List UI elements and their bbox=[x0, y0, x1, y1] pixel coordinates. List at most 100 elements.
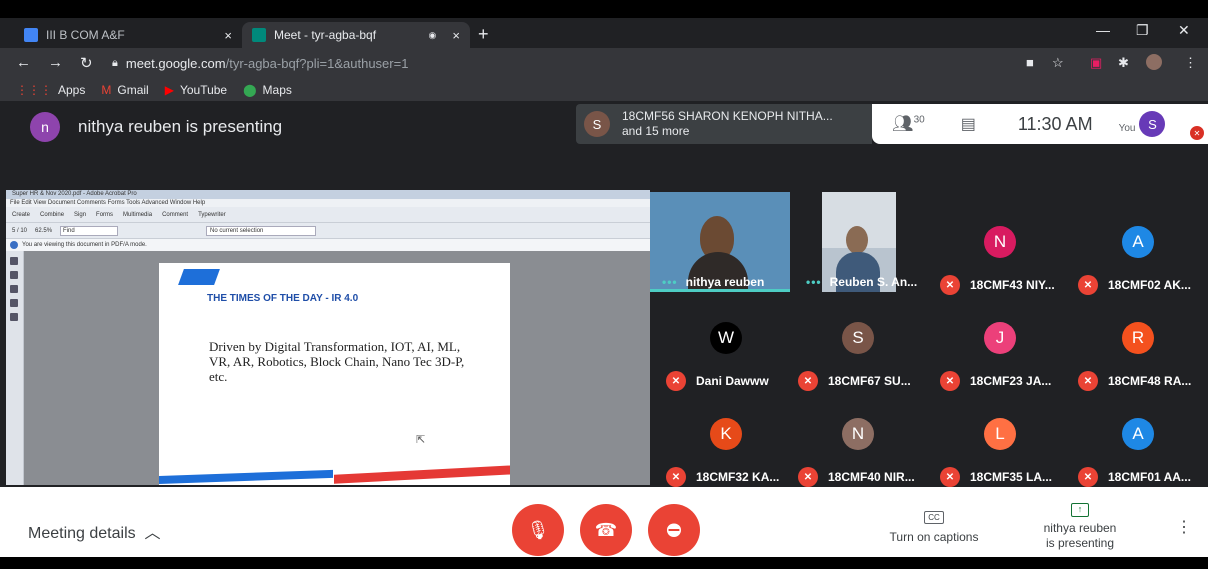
captions-label: Turn on captions bbox=[889, 530, 979, 544]
browser-toolbar: ← → ↻ 🔒︎ meet.google.com /tyr-agba-bqf?p… bbox=[0, 48, 1208, 78]
participant-name: 18CMF35 LA... bbox=[970, 470, 1053, 484]
participant-tile[interactable]: N ✕ 18CMF40 NIR... bbox=[788, 394, 928, 490]
chat-icon[interactable]: ▤ bbox=[961, 114, 976, 134]
chrome-menu-icon[interactable]: ⋮ bbox=[1184, 55, 1197, 71]
back-arrow-icon[interactable]: ← bbox=[16, 54, 31, 71]
leave-call-button[interactable]: ☎︎ bbox=[580, 504, 632, 556]
mic-off-icon: ✕ bbox=[666, 467, 686, 487]
acrobat-info-bar: You are viewing this document in PDF/A m… bbox=[6, 239, 650, 251]
mic-off-icon: ✕ bbox=[1078, 467, 1098, 487]
minimize-button[interactable]: — bbox=[1096, 22, 1110, 38]
tab-bar: III B COM A&F × Meet - tyr-agba-bqf ◉ × … bbox=[0, 18, 1208, 48]
avatar: J bbox=[984, 322, 1016, 354]
mic-toggle-button[interactable]: 🎙︎ bbox=[512, 504, 564, 556]
participant-tile[interactable]: A ✕ 18CMF01 AA... bbox=[1068, 394, 1208, 490]
meet-top-controls: 👥︎30 ▤ 11:30 AM You S ✕ bbox=[872, 104, 1208, 144]
participant-tile[interactable]: A ✕ 18CMF02 AK... bbox=[1068, 202, 1208, 298]
info-text: You are viewing this document in PDF/A m… bbox=[22, 242, 147, 248]
participant-count: 30 bbox=[913, 114, 925, 126]
participant-tile[interactable]: K ✕ 18CMF32 KA... bbox=[656, 394, 796, 490]
camera-toggle-button[interactable]: ⛔︎ bbox=[648, 504, 700, 556]
url-host: meet.google.com bbox=[125, 55, 226, 71]
toolbar-item: Comment bbox=[162, 211, 189, 218]
avatar: S bbox=[584, 111, 610, 137]
participant-name: nithya reuben bbox=[685, 275, 765, 289]
info-icon bbox=[10, 241, 18, 249]
captions-button[interactable]: CC Turn on captions bbox=[884, 509, 984, 544]
page-nav: 5 / 10 bbox=[12, 227, 28, 234]
close-tab-icon[interactable]: × bbox=[224, 28, 232, 43]
self-avatar[interactable]: S bbox=[1139, 111, 1166, 137]
people-icon: 👥︎ bbox=[892, 114, 914, 133]
maximize-button[interactable]: ❐ bbox=[1136, 22, 1149, 39]
participant-tile[interactable]: N ✕ 18CMF43 NIY... bbox=[930, 202, 1070, 298]
slide-page: THE TIMES OF THE DAY - IR 4.0 Driven by … bbox=[159, 263, 510, 485]
participant-name-row: ••• Reuben S. An... bbox=[806, 275, 917, 289]
forward-arrow-icon[interactable]: → bbox=[48, 54, 63, 71]
address-bar[interactable]: 🔒︎ meet.google.com /tyr-agba-bqf?pli=1&a… bbox=[112, 52, 1052, 74]
participant-name-row: ••• nithya reuben bbox=[662, 275, 764, 289]
tab-class[interactable]: III B COM A&F × bbox=[14, 22, 242, 48]
you-label: You bbox=[1118, 122, 1136, 134]
toolbar-item: Forms bbox=[96, 211, 114, 218]
captions-icon: CC bbox=[924, 511, 944, 524]
mouse-cursor-icon: ⇱ bbox=[416, 434, 426, 446]
participant-tile[interactable]: S ✕ 18CMF67 SU... bbox=[788, 298, 928, 394]
active-speakers-box[interactable]: S 18CMF56 SHARON KENOPH NITHA... and 15 … bbox=[576, 104, 872, 144]
maps-icon: ⬤ bbox=[243, 82, 257, 97]
tab-meet[interactable]: Meet - tyr-agba-bqf ◉ × bbox=[242, 22, 470, 48]
bookmark-maps[interactable]: ⬤ Maps bbox=[243, 83, 292, 97]
close-tab-icon[interactable]: × bbox=[452, 28, 460, 43]
avatar: N bbox=[984, 226, 1016, 258]
mic-off-icon: ✕ bbox=[1078, 371, 1098, 391]
participant-tile[interactable]: W ✕ Dani Dawww bbox=[656, 298, 796, 394]
chevron-up-icon: ︿ bbox=[140, 525, 161, 542]
bookmarks-bar: ⋮⋮⋮ Apps M Gmail ▶ YouTube ⬤ Maps bbox=[0, 78, 1208, 102]
bookmark-gmail[interactable]: M Gmail bbox=[101, 83, 148, 97]
profile-avatar-icon[interactable] bbox=[1146, 54, 1162, 70]
avatar: A bbox=[1122, 418, 1154, 450]
present-button[interactable]: ↑ nithya reuben is presenting bbox=[1030, 501, 1130, 551]
bookmark-apps[interactable]: ⋮⋮⋮ Apps bbox=[16, 83, 85, 97]
avatar: S bbox=[842, 322, 874, 354]
more-options-icon[interactable]: ⋮ bbox=[1176, 517, 1192, 537]
pocket-extension-icon[interactable]: ▣ bbox=[1090, 55, 1102, 71]
toolbar-item: Combine bbox=[40, 211, 65, 218]
avatar: n bbox=[30, 112, 60, 142]
participant-name: 18CMF40 NIR... bbox=[828, 470, 915, 484]
avatar: K bbox=[710, 418, 742, 450]
reload-icon[interactable]: ↻ bbox=[80, 54, 93, 72]
participant-name: 18CMF23 JA... bbox=[970, 374, 1052, 388]
extensions-puzzle-icon[interactable]: ✱ bbox=[1118, 55, 1129, 71]
hang-up-icon: ☎︎ bbox=[594, 519, 618, 540]
bookmark-label: YouTube bbox=[179, 82, 228, 97]
participants-button[interactable]: 👥︎30 bbox=[892, 114, 925, 134]
meeting-details-button[interactable]: Meeting details ︿ bbox=[28, 519, 161, 543]
bookmark-youtube[interactable]: ▶ YouTube bbox=[165, 83, 227, 97]
acrobat-title: Super HR & Nov 2020.pdf - Adobe Acrobat … bbox=[6, 190, 650, 199]
camera-in-use-icon[interactable]: ■ bbox=[1026, 55, 1034, 70]
participant-tile[interactable]: L ✕ 18CMF35 LA... bbox=[930, 394, 1070, 490]
new-tab-button[interactable]: + bbox=[478, 24, 489, 45]
speaking-dots-icon: ••• bbox=[662, 275, 678, 289]
mic-off-icon: ✕ bbox=[666, 371, 686, 391]
presenting-line2: is presenting bbox=[1045, 536, 1115, 550]
participant-name: 18CMF01 AA... bbox=[1108, 470, 1191, 484]
tab-title: Meet - tyr-agba-bqf bbox=[274, 28, 377, 42]
close-window-button[interactable]: ✕ bbox=[1178, 22, 1190, 39]
bookmark-label: Gmail bbox=[117, 82, 149, 97]
mic-off-icon: 🎙︎ bbox=[526, 519, 550, 540]
participant-tile[interactable]: R ✕ 18CMF48 RA... bbox=[1068, 298, 1208, 394]
participant-name: Dani Dawww bbox=[696, 374, 769, 388]
participant-tile[interactable]: ••• Reuben S. An... bbox=[796, 202, 936, 298]
participant-name: 18CMF43 NIY... bbox=[970, 278, 1055, 292]
bookmark-star-icon[interactable]: ☆ bbox=[1052, 55, 1064, 71]
present-screen-icon: ↑ bbox=[1071, 503, 1089, 517]
participant-tile[interactable]: J ✕ 18CMF23 JA... bbox=[930, 298, 1070, 394]
mic-off-icon: ✕ bbox=[940, 275, 960, 295]
gmail-icon: M bbox=[101, 82, 112, 97]
participant-tile[interactable]: ••• nithya reuben bbox=[652, 202, 792, 298]
acrobat-toolbar: Create Combine Sign Forms Multimedia Com… bbox=[6, 207, 650, 223]
mic-off-icon: ✕ bbox=[1078, 275, 1098, 295]
presenter-banner: n nithya reuben is presenting bbox=[30, 112, 282, 142]
